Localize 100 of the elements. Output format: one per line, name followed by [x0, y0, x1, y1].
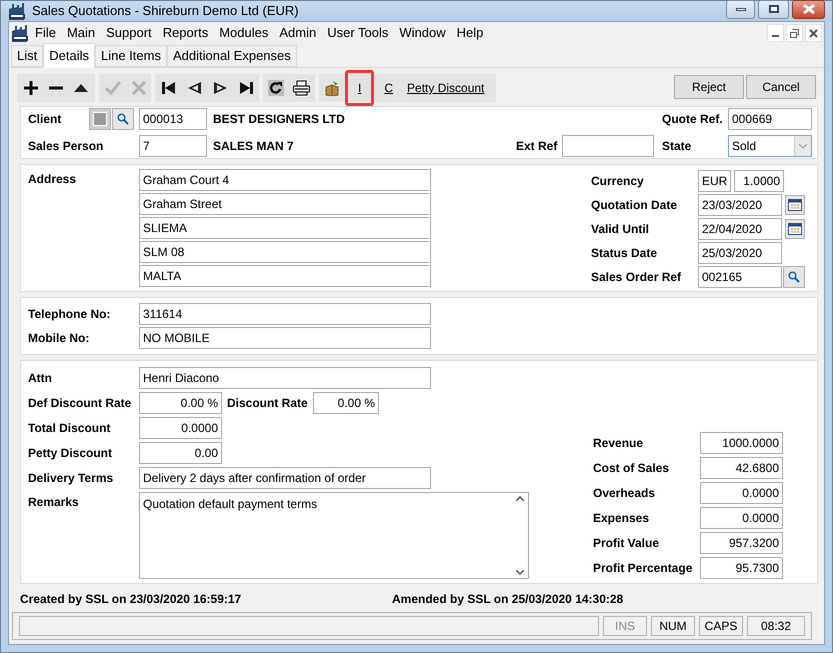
chevron-down-icon	[799, 144, 807, 148]
text-field[interactable]: 25/03/2020	[698, 242, 782, 264]
text-field[interactable]: EUR	[698, 170, 731, 192]
triangle-up-icon[interactable]	[74, 84, 88, 92]
text-field[interactable]: 000013	[139, 108, 207, 130]
sales-person-name: SALES MAN 7	[213, 138, 294, 155]
menu-item[interactable]: Support	[106, 23, 152, 43]
action-button[interactable]: Reject	[674, 75, 744, 99]
tab[interactable]: List	[11, 45, 44, 67]
text-field[interactable]: 0.0000	[700, 506, 783, 528]
factory-logo-icon	[11, 24, 29, 42]
field-label: Discount Rate	[227, 395, 309, 412]
field-label: Overheads	[593, 484, 656, 502]
chevron-down-icon[interactable]	[516, 570, 524, 575]
field-label: Petty Discount	[28, 445, 114, 462]
field-label: Remarks	[28, 494, 80, 511]
toolbar-button[interactable]: C	[380, 74, 398, 102]
menu-item[interactable]: Main	[66, 23, 96, 43]
created-info: Created by SSL on 23/03/2020 16:59:17	[20, 591, 242, 608]
menu-item[interactable]: User Tools	[327, 23, 388, 43]
text-field[interactable]: NO MOBILE	[139, 327, 431, 349]
field-label: Expenses	[593, 510, 650, 526]
menu-item[interactable]: Help	[456, 23, 484, 43]
text-field[interactable]: 000669	[728, 108, 812, 130]
chevron-up-icon[interactable]	[516, 496, 524, 501]
text-field[interactable]: 0.00	[139, 442, 222, 464]
text-field[interactable]: 22/04/2020	[698, 218, 782, 240]
factory-logo-icon	[8, 2, 26, 20]
add-icon[interactable]	[24, 81, 38, 95]
text-field[interactable]: 002165	[698, 266, 782, 288]
first-record-icon[interactable]	[162, 82, 174, 94]
field-label: Status Date	[591, 245, 658, 262]
calendar-button[interactable]	[785, 219, 805, 239]
field-label: Quotation Date	[591, 197, 678, 214]
address-field[interactable]: MALTA	[139, 265, 431, 287]
menu-item[interactable]: Window	[399, 23, 446, 43]
search-icon	[117, 113, 129, 125]
status-panel: 08:32	[747, 616, 805, 636]
minimize-button[interactable]	[726, 0, 755, 18]
tab[interactable]: Additional Expenses	[166, 45, 297, 67]
field-label: Currency	[591, 173, 645, 190]
close-icon	[809, 28, 818, 38]
refresh-icon[interactable]	[268, 80, 284, 96]
address-field[interactable]: SLM 08	[139, 241, 431, 263]
client-name: BEST DESIGNERS LTD	[213, 111, 345, 128]
menu-item[interactable]: Modules	[219, 23, 268, 43]
field-label: Ext Ref	[516, 138, 558, 155]
state-dropdown[interactable]: Sold	[728, 135, 812, 157]
text-field[interactable]: 0.0000	[139, 417, 222, 439]
search-button[interactable]	[783, 266, 805, 288]
menu-item[interactable]: File	[35, 23, 56, 43]
address-field[interactable]: Graham Court 4	[139, 169, 431, 191]
field-label: Valid Until	[591, 221, 650, 238]
color-button[interactable]	[89, 108, 111, 130]
text-field[interactable]: Delivery 2 days after confirmation of order	[139, 467, 431, 489]
text-field[interactable]: Henri Diacono	[139, 367, 431, 389]
text-field[interactable]: 1.0000	[734, 170, 784, 192]
restore-icon	[790, 28, 799, 38]
text-field[interactable]: 7	[139, 135, 207, 157]
maximize-button[interactable]	[758, 0, 789, 18]
field-label: Sales Person	[28, 138, 104, 155]
field-label: Cost of Sales	[593, 460, 670, 476]
amended-info: Amended by SSL on 25/03/2020 14:30:28	[392, 591, 624, 608]
field-label: State	[662, 138, 692, 155]
toolbar-button[interactable]: Petty Discount	[403, 74, 488, 102]
text-field[interactable]: 95.7300	[700, 556, 783, 578]
address-field[interactable]: SLIEMA	[139, 217, 431, 239]
text-field[interactable]: 957.3200	[700, 532, 783, 554]
calendar-icon	[788, 223, 802, 235]
text-field[interactable]	[562, 135, 654, 157]
text-field[interactable]: 42.6800	[700, 456, 783, 478]
last-record-icon[interactable]	[240, 82, 252, 94]
text-field[interactable]: 0.0000	[700, 482, 783, 504]
search-button[interactable]	[112, 108, 134, 130]
tab[interactable]: Details	[43, 43, 95, 68]
field-label: Revenue	[593, 434, 644, 452]
status-panel: INS	[603, 616, 647, 636]
restore-button[interactable]	[786, 24, 803, 42]
search-icon	[788, 271, 800, 283]
text-field[interactable]: 1000.0000	[700, 432, 783, 454]
close-button[interactable]	[792, 0, 825, 18]
menu-item[interactable]: Reports	[162, 23, 208, 43]
text-field[interactable]: 311614	[139, 303, 431, 325]
field-label: Sales Order Ref	[591, 269, 682, 286]
menu-item[interactable]: Admin	[279, 23, 316, 43]
action-button[interactable]: Cancel	[746, 75, 816, 99]
text-field[interactable]: 0.00 %	[313, 392, 379, 414]
text-field[interactable]: 23/03/2020	[698, 194, 782, 216]
calendar-button[interactable]	[785, 195, 805, 215]
calendar-icon	[788, 199, 802, 211]
previous-record-icon[interactable]	[188, 82, 200, 94]
status-panel: NUM	[651, 616, 695, 636]
field-label: Address	[28, 171, 78, 188]
remarks-field[interactable]: Quotation default payment terms	[139, 492, 529, 579]
printer-icon[interactable]	[293, 80, 310, 96]
tab[interactable]: Line Items	[94, 45, 167, 67]
next-record-icon[interactable]	[214, 82, 226, 94]
address-field[interactable]: Graham Street	[139, 193, 431, 215]
box-arrow-icon[interactable]	[325, 80, 339, 96]
text-field[interactable]: 0.00 %	[139, 392, 222, 414]
